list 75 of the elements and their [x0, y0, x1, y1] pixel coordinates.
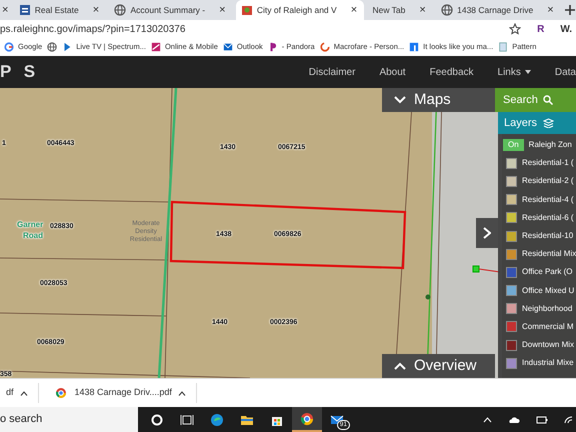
browser-tab[interactable]: Real Estate ×: [14, 0, 106, 20]
search-icon: [542, 95, 553, 105]
legend-label: Neighborhood: [522, 302, 572, 315]
caret-up-icon: [483, 416, 492, 422]
legend-label: Office Park (O: [522, 266, 573, 278]
layer-name: Raleigh Zon: [528, 139, 572, 152]
p-shape-icon: [268, 42, 278, 52]
browser-tab[interactable]: New Tab ×: [367, 0, 433, 20]
globe-icon: [441, 4, 454, 16]
square-icon: [409, 42, 420, 52]
expand-panel-button[interactable]: [476, 218, 498, 248]
cloud-icon: [508, 416, 520, 424]
close-button[interactable]: ×: [348, 4, 360, 16]
app-title: P S: [0, 61, 40, 84]
chevron-up-icon: [394, 362, 406, 370]
stack-icon: [543, 118, 554, 128]
legend-label: Commercial M: [522, 320, 574, 333]
play-icon: [62, 42, 72, 52]
square-icon: [150, 42, 161, 52]
circle-icon: [4, 42, 14, 52]
nav-link[interactable]: Data: [554, 64, 576, 80]
close-button[interactable]: ×: [0, 4, 10, 16]
caret-up-icon: [20, 390, 28, 396]
globe-icon: [114, 4, 126, 16]
legend-label: Residential-2 (: [522, 175, 574, 188]
nav-link[interactable]: Links: [498, 64, 531, 80]
taskbar-search-field[interactable]: o search: [0, 407, 138, 432]
plus-icon: [564, 4, 576, 16]
taskbar-app-button[interactable]: [292, 407, 322, 432]
battery-icon: [536, 416, 548, 424]
legend-label: Office Mixed U: [522, 284, 574, 297]
legend-label: Downtown Mix: [522, 339, 574, 352]
close-button[interactable]: ×: [90, 4, 102, 16]
download-item[interactable]: 1438 Carnage Driv....pdf: [48, 386, 178, 400]
close-button[interactable]: ×: [217, 4, 228, 16]
chrome-icon: [300, 412, 314, 426]
address-field[interactable]: ps.raleighnc.gov/imaps/?pin=1713020376: [0, 22, 510, 36]
chevron-down-icon: [394, 96, 406, 104]
globe-icon: [47, 42, 58, 52]
wifi-icon: [564, 416, 572, 424]
chrome-icon: [54, 387, 67, 399]
task-view-icon: [180, 412, 194, 426]
chevron-right-icon: [483, 226, 491, 239]
legend-label: Residential-1 (: [522, 157, 574, 170]
edge-icon: [210, 412, 224, 426]
page-icon: [498, 42, 508, 52]
browser-tab[interactable]: City of Raleigh and V ×: [236, 0, 364, 20]
circle-icon: [150, 412, 164, 426]
maps-panel-toggle[interactable]: Maps: [382, 88, 495, 112]
profile-letter[interactable]: R: [537, 22, 544, 36]
close-button[interactable]: ×: [545, 4, 556, 16]
browser-tab[interactable]: 1438 Carnage Drive ×: [436, 0, 561, 20]
layers-tab[interactable]: Layers: [498, 112, 576, 134]
street-label: Road: [23, 230, 43, 242]
caret-up-icon: [178, 390, 186, 396]
legend-label: Residential-6 (: [522, 212, 574, 224]
download-item[interactable]: df: [0, 386, 20, 400]
legend-label: Residential Mix: [522, 248, 576, 260]
document-icon: [18, 4, 31, 16]
street-label: Garner: [17, 219, 44, 231]
close-button[interactable]: ×: [417, 4, 428, 16]
browser-tab[interactable]: Account Summary - ×: [109, 0, 233, 20]
nav-link[interactable]: Feedback: [430, 64, 474, 80]
overview-panel-toggle[interactable]: Overview: [382, 354, 495, 378]
nav-link[interactable]: Disclaimer: [308, 64, 356, 80]
legend-label: Industrial Mixe: [522, 357, 574, 370]
caret-icon: [524, 70, 531, 74]
envelope-icon: [222, 42, 233, 52]
ring-icon: [320, 42, 330, 52]
nav-link[interactable]: About: [379, 64, 406, 80]
map-pin-icon: [240, 4, 253, 16]
legend-label: Residential-10: [522, 230, 574, 242]
star-icon: [509, 23, 522, 35]
legend-label: Residential-4 (: [522, 194, 574, 206]
extension-label[interactable]: W.: [560, 22, 572, 36]
